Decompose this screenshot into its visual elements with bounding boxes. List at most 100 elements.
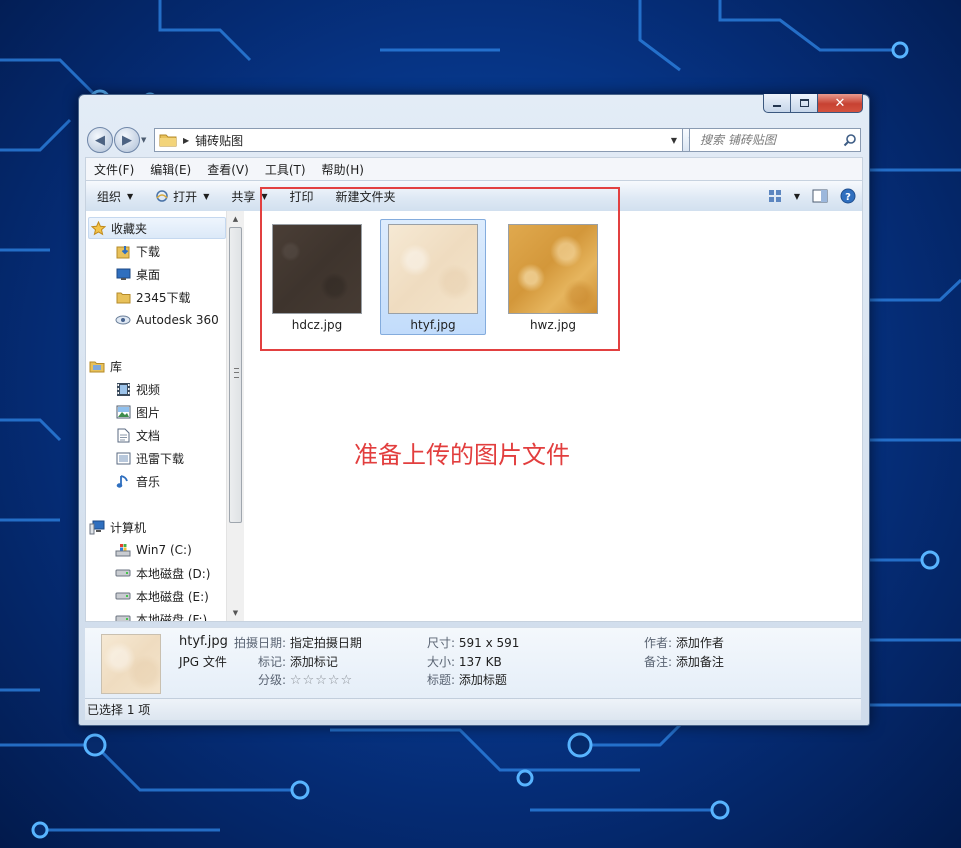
details-file-type: JPG 文件 <box>179 655 227 669</box>
details-file-name: htyf.jpg <box>179 634 228 649</box>
navigation-pane: 收藏夹 下载 桌面 2345下载 Autodesk 360 库 视频 图片 文档… <box>86 211 226 621</box>
star-outline-icon[interactable]: ☆ <box>328 673 340 688</box>
library-icon <box>88 358 106 374</box>
help-icon: ? <box>840 188 856 204</box>
details-size-value: 137 KB <box>458 655 502 669</box>
sidebar-item-label: 本地磁盘 (E:) <box>136 589 209 604</box>
details-dimensions: 尺寸: 591 x 591 <box>427 634 519 651</box>
hard-drive-icon <box>114 588 132 604</box>
library-folder-icon <box>114 450 132 466</box>
sidebar-item-autodesk-360[interactable]: Autodesk 360 <box>114 310 219 330</box>
menu-tools[interactable]: 工具(T) <box>257 161 314 178</box>
sidebar-item-desktop[interactable]: 桌面 <box>114 264 160 284</box>
sidebar-favorites[interactable]: 收藏夹 <box>88 217 226 239</box>
video-icon <box>114 381 132 397</box>
details-title-value[interactable]: 添加标题 <box>459 673 507 687</box>
close-button[interactable]: ✕ <box>818 94 863 113</box>
details-tags-value[interactable]: 添加标记 <box>290 655 338 669</box>
organize-button[interactable]: 组织 ▼ <box>86 181 144 211</box>
details-author-value[interactable]: 添加作者 <box>676 636 724 650</box>
search-icon[interactable] <box>840 133 860 147</box>
sidebar-computer-label: 计算机 <box>110 520 147 535</box>
star-outline-icon[interactable]: ☆ <box>290 673 302 688</box>
file-view[interactable]: hdcz.jpg htyf.jpg hwz.jpg 准备上传的图片文件 <box>244 187 862 621</box>
menu-view[interactable]: 查看(V) <box>199 161 257 178</box>
star-icon <box>89 220 107 236</box>
dropdown-arrow-icon: ▼ <box>203 191 210 201</box>
maximize-button[interactable] <box>790 94 818 113</box>
sidebar-item-downloads[interactable]: 下载 <box>114 241 160 261</box>
document-icon <box>114 427 132 443</box>
svg-text:?: ? <box>845 192 851 203</box>
address-bar[interactable]: ▶ 铺砖贴图 ▼ <box>154 128 683 152</box>
desktop-icon <box>114 266 132 282</box>
menu-file[interactable]: 文件(F) <box>86 161 142 178</box>
sidebar-item-documents[interactable]: 文档 <box>114 425 160 445</box>
sidebar-item-label: 2345下载 <box>136 290 191 305</box>
search-input[interactable] <box>698 132 840 148</box>
sidebar-item-drive-c[interactable]: Win7 (C:) <box>114 540 192 560</box>
menu-edit[interactable]: 编辑(E) <box>142 161 199 178</box>
sidebar-item-label: 视频 <box>136 382 161 397</box>
details-label: 拍摄日期: <box>234 636 287 650</box>
dropdown-arrow-icon: ▼ <box>127 191 134 201</box>
organize-label: 组织 <box>97 189 122 204</box>
sidebar-item-2345-downloads[interactable]: 2345下载 <box>114 287 191 307</box>
preview-pane-button[interactable] <box>806 181 834 211</box>
scroll-up-arrow-icon[interactable]: ▲ <box>227 211 244 227</box>
maximize-icon <box>799 99 809 107</box>
menu-help[interactable]: 帮助(H) <box>314 161 372 178</box>
star-outline-icon[interactable]: ☆ <box>315 673 327 688</box>
view-dropdown-button[interactable]: ▼ <box>788 181 806 211</box>
details-pane: htyf.jpg JPG 文件 拍摄日期: 指定拍摄日期 标记: 添加标记 分级… <box>85 627 861 698</box>
navigation-scrollbar[interactable]: ▲ ▼ <box>226 211 244 621</box>
details-label: 标题: <box>427 673 456 687</box>
recent-pages-dropdown[interactable]: ▼ <box>141 136 153 144</box>
sidebar-item-music[interactable]: 音乐 <box>114 471 160 491</box>
scrollbar-thumb[interactable] <box>229 227 242 523</box>
folder-icon <box>114 289 132 305</box>
rating-stars[interactable]: ☆ ☆ ☆ ☆ ☆ <box>290 673 353 688</box>
open-icon <box>156 190 168 202</box>
sidebar-item-label: 本地磁盘 (F:) <box>136 612 208 622</box>
star-outline-icon[interactable]: ☆ <box>341 673 353 688</box>
sidebar-favorites-label: 收藏夹 <box>111 221 148 236</box>
star-outline-icon[interactable]: ☆ <box>303 673 315 688</box>
open-button[interactable]: 打开 ▼ <box>144 181 220 211</box>
details-comments-value[interactable]: 添加备注 <box>676 655 724 669</box>
forward-arrow-icon: ▶ <box>122 132 132 148</box>
back-arrow-icon: ◀ <box>95 132 105 148</box>
sidebar-item-label: 迅雷下载 <box>136 451 185 466</box>
sidebar-item-thunder-downloads[interactable]: 迅雷下载 <box>114 448 184 468</box>
details-size: 大小: 137 KB <box>427 653 502 670</box>
sidebar-item-drive-f[interactable]: 本地磁盘 (F:) <box>114 609 207 621</box>
details-date-taken-value[interactable]: 指定拍摄日期 <box>290 636 362 650</box>
sidebar-item-label: 图片 <box>136 405 161 420</box>
help-button[interactable]: ? <box>834 181 862 211</box>
breadcrumb-chevron-icon[interactable]: ▶ <box>183 136 189 145</box>
sidebar-computer[interactable]: 计算机 <box>88 517 146 537</box>
address-dropdown-icon[interactable]: ▼ <box>666 136 682 145</box>
sidebar-item-videos[interactable]: 视频 <box>114 379 160 399</box>
forward-button[interactable]: ▶ <box>114 127 140 153</box>
status-text: 已选择 1 项 <box>87 703 151 717</box>
dropdown-arrow-icon: ▼ <box>793 191 800 201</box>
back-button[interactable]: ◀ <box>87 127 113 153</box>
breadcrumb-current-folder[interactable]: 铺砖贴图 <box>195 132 666 149</box>
sidebar-item-label: Win7 (C:) <box>136 543 192 557</box>
close-icon: ✕ <box>834 95 846 111</box>
navigation-buttons: ◀ ▶ ▼ <box>87 127 153 153</box>
search-box[interactable] <box>689 128 861 152</box>
sidebar-item-drive-e[interactable]: 本地磁盘 (E:) <box>114 586 209 606</box>
sidebar-item-pictures[interactable]: 图片 <box>114 402 160 422</box>
sidebar-item-drive-d[interactable]: 本地磁盘 (D:) <box>114 563 210 583</box>
details-label: 标记: <box>258 655 287 669</box>
pictures-icon <box>114 404 132 420</box>
details-thumbnail <box>101 634 161 694</box>
details-title: 标题: 添加标题 <box>427 671 507 688</box>
sidebar-libraries[interactable]: 库 <box>88 356 122 376</box>
minimize-button[interactable] <box>763 94 790 113</box>
status-bar: 已选择 1 项 <box>85 698 861 720</box>
scroll-down-arrow-icon[interactable]: ▼ <box>227 605 244 621</box>
change-view-button[interactable] <box>762 181 788 211</box>
